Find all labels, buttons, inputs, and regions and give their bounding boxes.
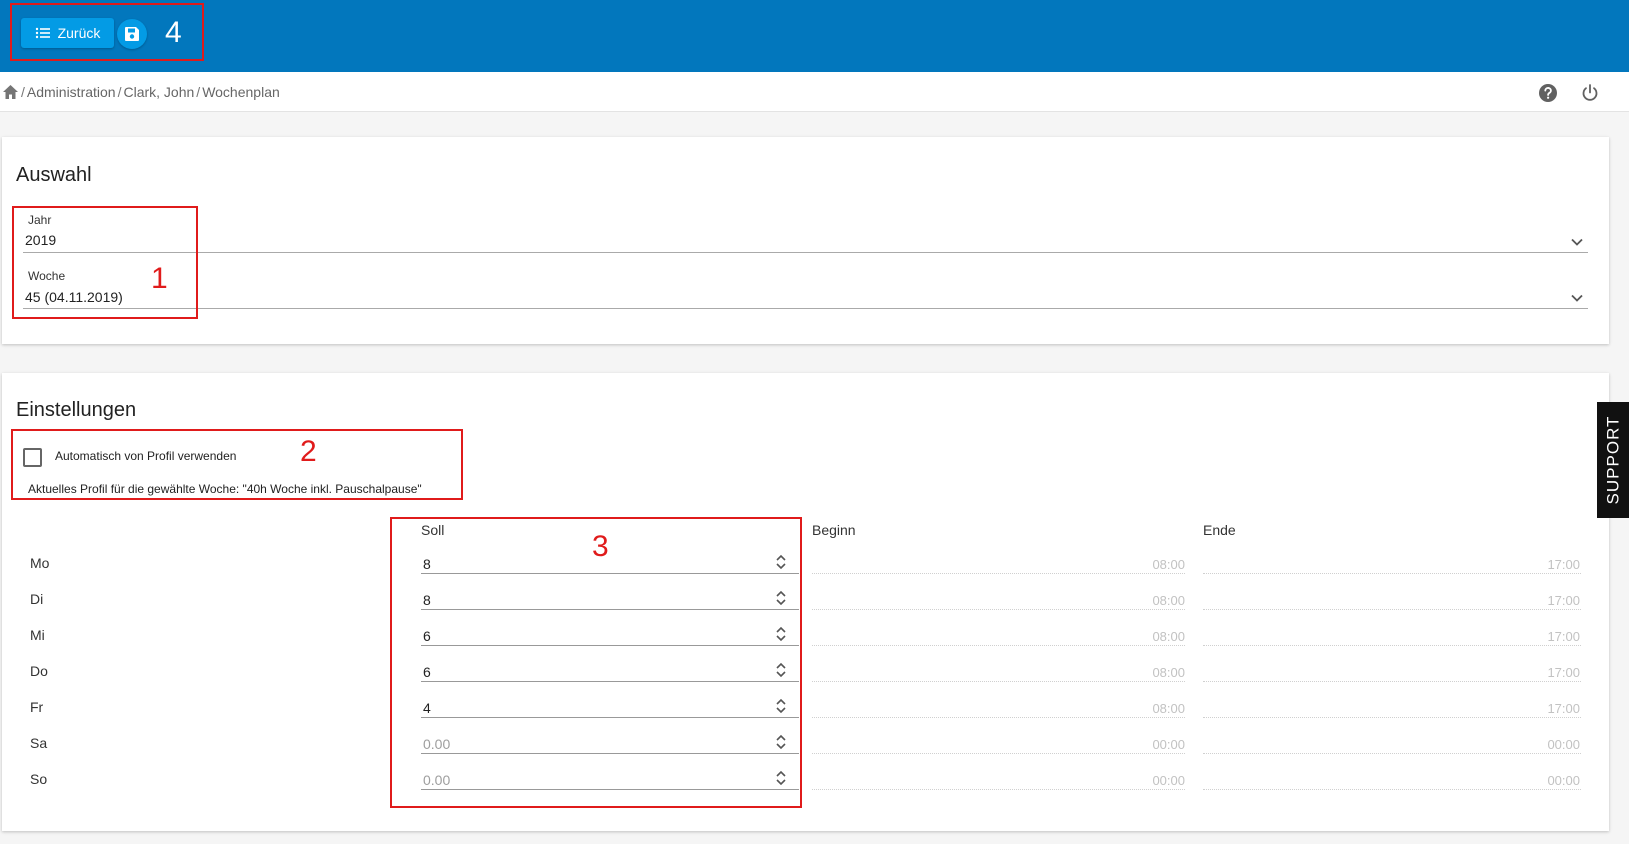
- auswahl-title: Auswahl: [16, 164, 92, 186]
- column-header-ende: Ende: [1203, 522, 1236, 538]
- ende-time: 00:00: [1547, 773, 1580, 788]
- breadcrumb-separator: /: [117, 84, 122, 100]
- breadcrumb-separator: /: [196, 84, 201, 100]
- beginn-underline: [812, 789, 1185, 790]
- day-label: Di: [30, 591, 44, 607]
- ende-time: 17:00: [1547, 665, 1580, 680]
- day-label: Mo: [30, 555, 50, 571]
- beginn-underline: [812, 717, 1185, 718]
- support-tab[interactable]: SUPPORT: [1597, 402, 1629, 518]
- day-label: Mi: [30, 627, 45, 643]
- chevron-down-icon[interactable]: [1570, 291, 1584, 305]
- annotation-number-2: 2: [300, 435, 317, 468]
- annotation-box-2: [11, 429, 463, 500]
- ende-underline: [1203, 645, 1581, 646]
- home-icon[interactable]: [2, 84, 19, 100]
- annotation-box-1: [12, 206, 198, 319]
- annotation-number-3: 3: [592, 530, 609, 563]
- breadcrumb-separator: /: [21, 84, 25, 100]
- ende-underline: [1203, 681, 1581, 682]
- beginn-time: 08:00: [1152, 557, 1185, 572]
- beginn-time: 00:00: [1152, 773, 1185, 788]
- day-label: Sa: [30, 735, 48, 751]
- auswahl-card: Auswahl: [2, 137, 1609, 344]
- ende-time: 00:00: [1547, 737, 1580, 752]
- help-icon[interactable]: [1538, 83, 1558, 103]
- beginn-underline: [812, 753, 1185, 754]
- beginn-underline: [812, 609, 1185, 610]
- day-label: Fr: [30, 699, 44, 715]
- beginn-time: 08:00: [1152, 701, 1185, 716]
- chevron-down-icon[interactable]: [1570, 235, 1584, 249]
- annotation-number-1: 1: [151, 262, 168, 295]
- ende-underline: [1203, 609, 1581, 610]
- beginn-time: 08:00: [1152, 593, 1185, 608]
- beginn-underline: [812, 573, 1185, 574]
- ende-time: 17:00: [1547, 557, 1580, 572]
- beginn-time: 08:00: [1152, 665, 1185, 680]
- top-toolbar: Zurück 4: [0, 0, 1629, 72]
- annotation-box-4: [10, 3, 204, 61]
- column-header-beginn: Beginn: [812, 522, 856, 538]
- beginn-time: 08:00: [1152, 629, 1185, 644]
- breadcrumb-item-wochenplan: Wochenplan: [202, 84, 280, 100]
- breadcrumb-bar: / Administration / Clark, John / Wochenp…: [0, 72, 1629, 112]
- woche-underline: [23, 308, 1588, 309]
- day-label: So: [30, 771, 48, 787]
- beginn-underline: [812, 681, 1185, 682]
- beginn-time: 00:00: [1152, 737, 1185, 752]
- einstellungen-title: Einstellungen: [16, 399, 137, 421]
- ende-underline: [1203, 789, 1581, 790]
- breadcrumb-item-administration[interactable]: Administration: [27, 84, 116, 100]
- breadcrumb-item-user[interactable]: Clark, John: [123, 84, 194, 100]
- ende-underline: [1203, 717, 1581, 718]
- ende-underline: [1203, 573, 1581, 574]
- support-label: SUPPORT: [1603, 415, 1622, 505]
- ende-underline: [1203, 753, 1581, 754]
- ende-time: 17:00: [1547, 629, 1580, 644]
- breadcrumb: / Administration / Clark, John / Wochenp…: [2, 72, 280, 112]
- ende-time: 17:00: [1547, 701, 1580, 716]
- ende-time: 17:00: [1547, 593, 1580, 608]
- day-label: Do: [30, 663, 48, 679]
- jahr-underline: [23, 252, 1588, 253]
- power-icon[interactable]: [1580, 83, 1600, 103]
- beginn-underline: [812, 645, 1185, 646]
